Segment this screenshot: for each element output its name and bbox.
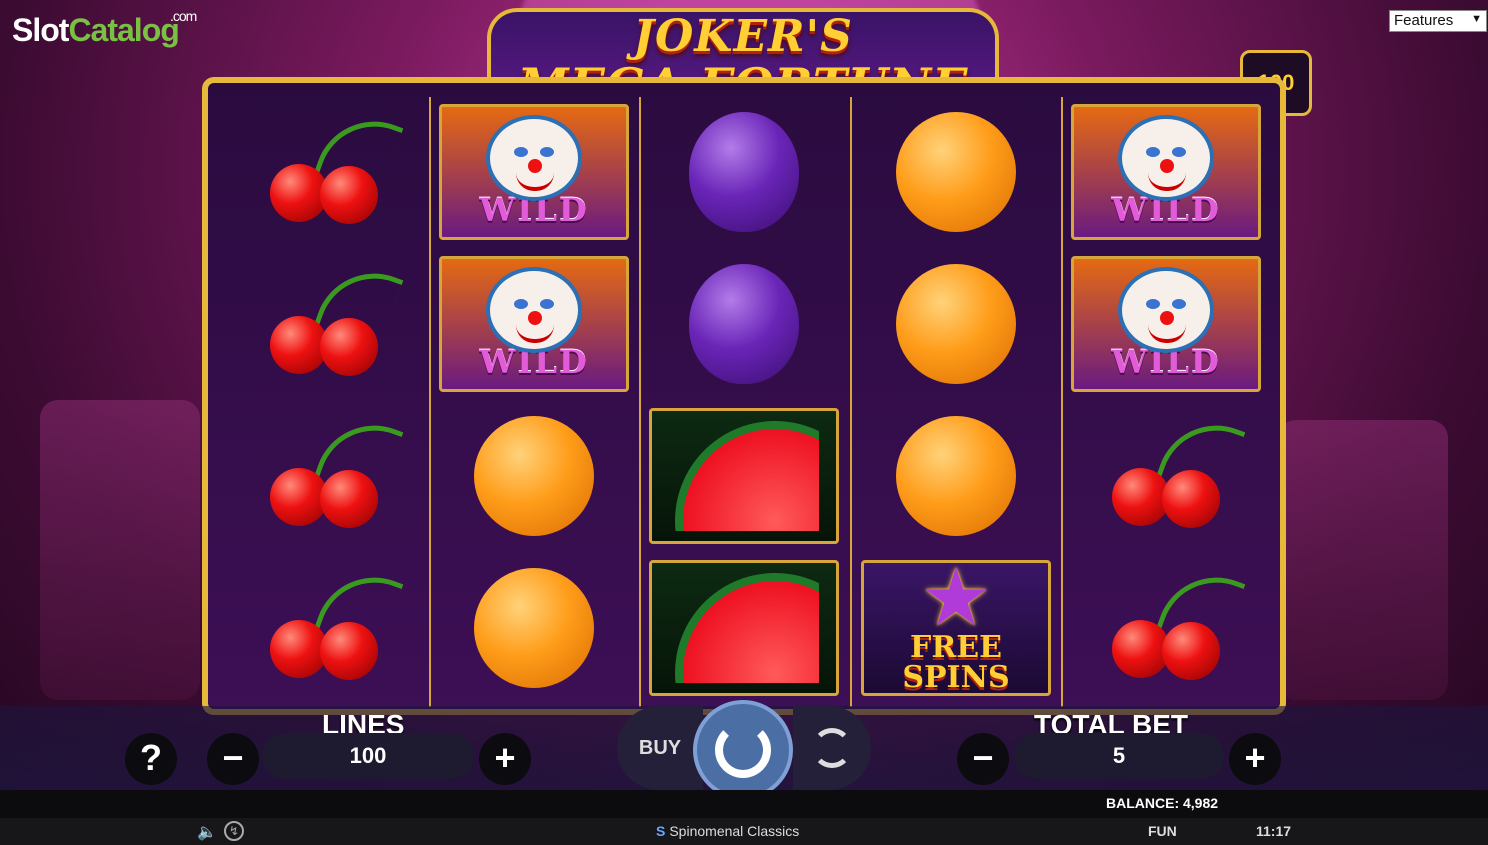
cherry-icon <box>264 408 404 536</box>
orange-icon <box>474 568 594 688</box>
orange-icon <box>896 264 1016 384</box>
symbol-wild: WILD <box>432 249 636 399</box>
cherry-icon <box>1106 408 1246 536</box>
sound-icon[interactable]: 🔈 <box>197 822 217 841</box>
reel-1 <box>222 97 426 707</box>
lines-increase-button[interactable]: + <box>479 733 531 785</box>
watermelon-icon <box>669 573 819 683</box>
symbol-orange <box>432 553 636 703</box>
symbol-wild: WILD <box>432 97 636 247</box>
bet-decrease-button[interactable]: − <box>957 733 1009 785</box>
plum-icon <box>689 264 799 384</box>
symbol-orange <box>854 97 1058 247</box>
features-dropdown[interactable]: Features ▼ <box>1389 10 1487 32</box>
total-bet-value: 5 <box>1014 733 1224 779</box>
autoplay-button[interactable] <box>793 706 871 790</box>
help-button[interactable]: ? <box>125 733 177 785</box>
mode-label: FUN <box>1148 823 1177 839</box>
lines-value: 100 <box>262 733 474 779</box>
game-title-line1: JOKER'S <box>633 11 853 62</box>
reel-divider <box>429 97 431 707</box>
reel-4: ★ FREE SPINS <box>854 97 1058 707</box>
symbol-cherry <box>222 97 426 247</box>
orange-icon <box>474 416 594 536</box>
cherry-icon <box>1106 560 1246 688</box>
symbol-cherry <box>222 249 426 399</box>
reels-frame: WILD WILD ★ FREE SPINS WILD WILD <box>202 77 1286 715</box>
slotcatalog-logo: SlotCatalog .com <box>12 8 197 48</box>
features-dropdown-value: Features <box>1394 12 1454 29</box>
reel-2: WILD WILD <box>432 97 636 707</box>
spin-button[interactable] <box>693 700 793 800</box>
background-slot-machine-right <box>1278 420 1448 700</box>
status-bar: 🔈 ↯ S Spinomenal Classics FUN 11:17 <box>0 818 1488 845</box>
symbol-watermelon <box>642 553 846 703</box>
symbol-cherry <box>1064 401 1268 551</box>
chevron-down-icon: ▼ <box>1471 13 1482 25</box>
turbo-icon[interactable]: ↯ <box>224 821 244 841</box>
joker-face-icon <box>1118 267 1214 353</box>
reel-3 <box>642 97 846 707</box>
symbol-free-spins: ★ FREE SPINS <box>854 553 1058 703</box>
symbol-plum <box>642 97 846 247</box>
free-spins-label-line2: SPINS <box>902 660 1010 695</box>
symbol-wild: WILD <box>1064 97 1268 247</box>
bet-increase-button[interactable]: + <box>1229 733 1281 785</box>
star-icon: ★ <box>920 553 992 642</box>
joker-face-icon <box>486 115 582 201</box>
spin-icon <box>715 722 771 778</box>
joker-face-icon <box>1118 115 1214 201</box>
symbol-cherry <box>222 553 426 703</box>
symbol-wild: WILD <box>1064 249 1268 399</box>
symbol-cherry <box>222 401 426 551</box>
buy-feature-button[interactable]: BUY <box>617 706 703 790</box>
cherry-icon <box>264 104 404 232</box>
symbol-watermelon <box>642 401 846 551</box>
symbol-orange <box>854 401 1058 551</box>
background-slot-machine-left <box>40 400 200 700</box>
reel-divider <box>639 97 641 707</box>
balance-bar: BALANCE: 4,982 <box>0 790 1488 818</box>
symbol-cherry <box>1064 553 1268 703</box>
plum-icon <box>689 112 799 232</box>
lines-decrease-button[interactable]: − <box>207 733 259 785</box>
symbol-orange <box>432 401 636 551</box>
joker-face-icon <box>486 267 582 353</box>
provider-label: S Spinomenal Classics <box>656 823 800 839</box>
free-spins-label-line1: FREE <box>910 630 1002 665</box>
orange-icon <box>896 416 1016 536</box>
control-bar: ? LINES 100 − + BUY TOTAL BET 5 − + <box>0 700 1488 800</box>
balance-readout: BALANCE: 4,982 <box>1106 795 1219 811</box>
cherry-icon <box>264 256 404 384</box>
spinomenal-logo-icon: S <box>656 823 666 839</box>
reel-5: WILD WILD <box>1064 97 1268 707</box>
watermelon-icon <box>669 421 819 531</box>
cherry-icon <box>264 560 404 688</box>
autoplay-icon <box>812 728 852 768</box>
clock: 11:17 <box>1256 823 1292 839</box>
orange-icon <box>896 112 1016 232</box>
reel-divider <box>1061 97 1063 707</box>
symbol-orange <box>854 249 1058 399</box>
symbol-plum <box>642 249 846 399</box>
reel-divider <box>850 97 852 707</box>
